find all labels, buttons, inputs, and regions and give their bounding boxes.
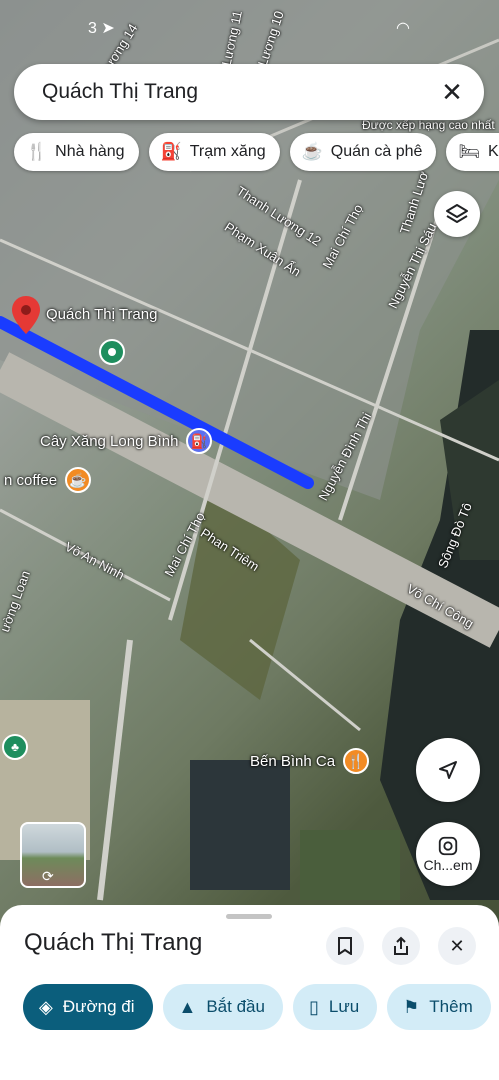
place-title: Quách Thị Trang <box>24 929 203 956</box>
chip-restaurants[interactable]: 🍴 Nhà hàng <box>14 133 139 171</box>
flag-icon: ⚑ <box>403 996 420 1017</box>
hotel-icon: 🛏 <box>458 142 480 161</box>
directions-button[interactable]: ◈ Đường đi <box>23 984 153 1030</box>
location-marker-icon[interactable] <box>99 339 125 365</box>
park-icon[interactable]: ♣ <box>2 734 28 760</box>
restaurant-icon: 🍴 <box>26 142 48 161</box>
start-button[interactable]: ▲ Bắt đầu <box>162 984 283 1030</box>
restaurant-icon: 🍴 <box>343 748 370 774</box>
save-button[interactable]: ▯ Lưu <box>292 984 378 1030</box>
pin-label: Quách Thị Trang <box>46 306 158 323</box>
gas-station-icon: ⛽ <box>186 428 213 454</box>
poi-label: n coffee <box>4 471 58 489</box>
status-bar-signal-icon: 3 ➤ <box>88 20 115 37</box>
bookmark-icon <box>338 937 352 955</box>
poi-coffee[interactable]: ☕ n coffee <box>0 467 92 493</box>
action-label: Thêm <box>429 997 473 1016</box>
search-query[interactable]: Quách Thị Trang <box>42 80 436 104</box>
poi-label: Bến Bình Ca <box>250 752 336 770</box>
chip-hotels[interactable]: 🛏 Kh <box>446 133 499 171</box>
place-bottom-sheet: Quách Thị Trang ✕ ◈ Đường đi ▲ Bắt đầu ▯ Lư… <box>0 905 499 1080</box>
chip-label: Kh <box>488 143 499 160</box>
coffee-icon: ☕ <box>301 142 323 161</box>
street-view-icon: ⟳ <box>42 868 54 884</box>
lens-label: Ch...em <box>423 857 473 873</box>
navigation-icon: ▲ <box>178 996 197 1017</box>
action-label: Đường đi <box>62 997 135 1016</box>
category-chips: 🍴 Nhà hàng ⛽ Trạm xăng ☕ Quán cà phê 🛏 Kh <box>14 133 499 171</box>
poi-gas-station[interactable]: ⛽ Cây Xăng Long Bình <box>36 428 213 454</box>
map-label: Được xếp hạng cao nhất <box>362 118 495 132</box>
lens-icon <box>438 836 458 856</box>
chip-label: Trạm xăng <box>189 143 266 160</box>
drag-handle[interactable] <box>226 914 272 919</box>
close-icon[interactable]: ✕ <box>436 77 468 108</box>
poi-restaurant[interactable]: 🍴 Bến Bình Ca <box>246 748 370 774</box>
gas-station-icon: ⛽ <box>160 142 182 161</box>
street-view-thumbnail[interactable]: ⟳ <box>20 822 86 888</box>
layers-icon <box>446 204 468 223</box>
layers-button[interactable] <box>434 191 480 237</box>
lens-button[interactable]: Ch...em <box>416 822 480 886</box>
chip-label: Nhà hàng <box>55 143 125 160</box>
bookmark-icon: ▯ <box>308 996 319 1017</box>
search-bar[interactable]: Quách Thị Trang ✕ <box>14 64 484 120</box>
action-buttons: ◈ Đường đi ▲ Bắt đầu ▯ Lưu ⚑ Thêm <box>23 984 491 1030</box>
chip-coffee[interactable]: ☕ Quán cà phê <box>289 133 437 171</box>
action-label: Bắt đầu <box>206 997 265 1016</box>
chip-gas-stations[interactable]: ⛽ Trạm xăng <box>148 133 280 171</box>
coffee-icon: ☕ <box>65 467 92 493</box>
close-sheet-button[interactable]: ✕ <box>438 927 476 965</box>
status-bar-wifi-icon: ◠ <box>396 20 410 37</box>
share-button[interactable] <box>382 927 420 965</box>
navigation-arrow-icon <box>439 761 457 779</box>
action-label: Lưu <box>328 997 360 1016</box>
directions-icon: ◈ <box>39 996 53 1017</box>
my-location-button[interactable] <box>416 738 480 802</box>
share-icon <box>394 936 408 955</box>
close-icon: ✕ <box>449 935 465 956</box>
chip-label: Quán cà phê <box>330 143 423 160</box>
save-bookmark-button[interactable] <box>326 927 364 965</box>
poi-label: Cây Xăng Long Bình <box>40 432 179 450</box>
more-button[interactable]: ⚑ Thêm <box>387 984 491 1030</box>
